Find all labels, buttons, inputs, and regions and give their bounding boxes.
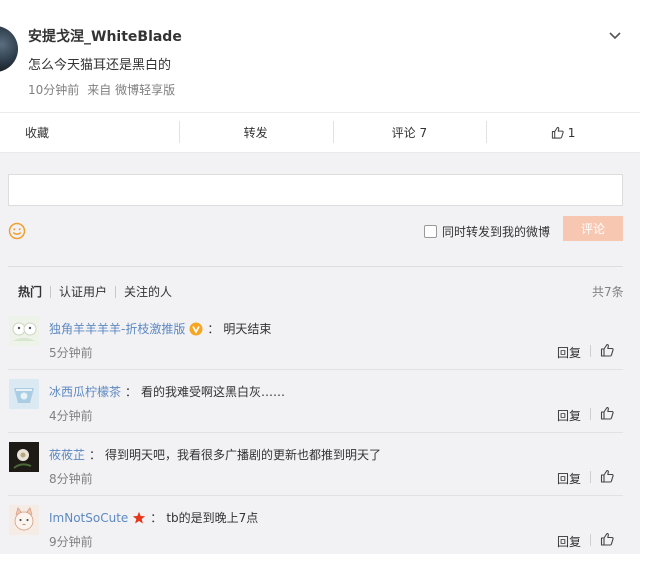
emoji-icon[interactable]: [8, 222, 26, 240]
action-divider: [590, 471, 591, 483]
vip-v-icon: [189, 322, 203, 335]
post-time[interactable]: 10分钟前: [28, 83, 79, 97]
tab-following[interactable]: 关注的人: [124, 283, 172, 300]
post-source: 来自 微博轻享版: [87, 83, 176, 97]
comment-text: 看的我难受啊这黑白灰……: [141, 385, 286, 399]
action-divider: [590, 408, 591, 420]
comment-item: ImNotSoCute ： tb的是到晚上7点 9分钟前 回复: [8, 497, 623, 559]
comment-text: 明天结束: [223, 322, 272, 336]
submit-comment-button[interactable]: 评论: [563, 216, 623, 241]
forward-button[interactable]: 转发: [178, 113, 333, 152]
forward-to-my-weibo-option[interactable]: 同时转发到我的微博: [424, 223, 550, 240]
chevron-down-icon[interactable]: [607, 28, 623, 44]
tab-divider: [50, 285, 52, 298]
commenter-name[interactable]: ImNotSoCute: [49, 511, 128, 525]
like-button[interactable]: 1: [486, 113, 640, 152]
comment-button[interactable]: 评论 7: [332, 113, 487, 152]
forward-checkbox[interactable]: [424, 225, 437, 238]
comment-filter-tabs: 热门 认证用户 关注的人: [18, 283, 172, 300]
commenter-avatar[interactable]: [9, 316, 39, 346]
post-text: 怎么今天猫耳还是黑白的: [28, 58, 172, 73]
commenter-avatar[interactable]: [9, 505, 39, 535]
comment-item: 冰西瓜柠檬茶 ： 看的我难受啊这黑白灰…… 4分钟前 回复: [8, 371, 623, 433]
author-avatar[interactable]: [0, 26, 18, 72]
comment-item: 莜莜芷 ： 得到明天吧，我看很多广播剧的更新也都推到明天了 8分钟前 回复: [8, 434, 623, 496]
comment-body: 冰西瓜柠檬茶 ： 看的我难受啊这黑白灰……: [49, 383, 285, 400]
favorite-button[interactable]: 收藏: [0, 113, 179, 152]
comment-total: 共7条: [592, 285, 624, 299]
thumb-up-icon[interactable]: [600, 532, 614, 546]
weibo-post-card: 安提戈涅_WhiteBlade 怎么今天猫耳还是黑白的 10分钟前 来自 微博轻享…: [0, 4, 640, 554]
comment-body: 独角羊羊羊羊-折枝激推版 ： 明天结束: [49, 320, 271, 337]
comment-colon: ：: [150, 511, 163, 525]
like-count: 1: [567, 125, 576, 140]
comment-label: 评论 7: [391, 126, 428, 140]
favorite-label: 收藏: [25, 126, 50, 140]
divider: [8, 266, 623, 267]
comment-colon: ：: [125, 385, 138, 399]
comment-time: 8分钟前: [49, 472, 93, 486]
thumb-up-icon[interactable]: [600, 469, 614, 483]
comment-body: ImNotSoCute ： tb的是到晚上7点: [49, 509, 258, 526]
commenter-name[interactable]: 冰西瓜柠檬茶: [49, 383, 121, 400]
comment-text: 得到明天吧，我看很多广播剧的更新也都推到明天了: [105, 448, 382, 462]
comment-input[interactable]: [8, 174, 623, 206]
post-action-bar: 收藏 转发 评论 7 1: [0, 113, 640, 153]
star-icon: [133, 511, 146, 523]
reply-button[interactable]: 回复: [557, 344, 581, 361]
thumb-up-icon: [551, 126, 564, 139]
post-author-name[interactable]: 安提戈涅_WhiteBlade: [28, 26, 182, 46]
forward-option-label: 同时转发到我的微博: [442, 225, 551, 239]
tab-divider: [115, 285, 117, 298]
tab-verified-users[interactable]: 认证用户: [59, 283, 107, 300]
commenter-avatar[interactable]: [9, 379, 39, 409]
post-meta: 10分钟前 来自 微博轻享版: [28, 81, 183, 98]
reply-button[interactable]: 回复: [557, 533, 581, 550]
comment-item: 独角羊羊羊羊-折枝激推版 ： 明天结束 5分钟前 回复: [8, 308, 623, 370]
comment-time: 5分钟前: [49, 346, 93, 360]
post-header: 安提戈涅_WhiteBlade 怎么今天猫耳还是黑白的 10分钟前 来自 微博轻享…: [0, 4, 640, 113]
commenter-name[interactable]: 独角羊羊羊羊-折枝激推版: [49, 320, 185, 337]
action-divider: [590, 534, 591, 546]
divider: [8, 369, 623, 370]
reply-button[interactable]: 回复: [557, 407, 581, 424]
comment-body: 莜莜芷 ： 得到明天吧，我看很多广播剧的更新也都推到明天了: [49, 446, 381, 463]
comment-colon: ：: [89, 448, 102, 462]
tab-hot[interactable]: 热门: [18, 283, 42, 300]
action-divider: [590, 345, 591, 357]
reply-button[interactable]: 回复: [557, 470, 581, 487]
thumb-up-icon[interactable]: [600, 343, 614, 357]
divider: [8, 495, 623, 496]
comment-time: 9分钟前: [49, 535, 93, 549]
commenter-name[interactable]: 莜莜芷: [49, 446, 85, 463]
divider: [8, 432, 623, 433]
comment-text: tb的是到晚上7点: [166, 511, 259, 525]
commenter-avatar[interactable]: [9, 442, 39, 472]
forward-label: 转发: [243, 126, 268, 140]
comment-colon: ：: [207, 322, 220, 336]
comment-time: 4分钟前: [49, 409, 93, 423]
comment-section: 同时转发到我的微博 评论 热门 认证用户 关注的人 共7条 独角羊羊羊羊-折枝激…: [0, 153, 640, 554]
thumb-up-icon[interactable]: [600, 406, 614, 420]
